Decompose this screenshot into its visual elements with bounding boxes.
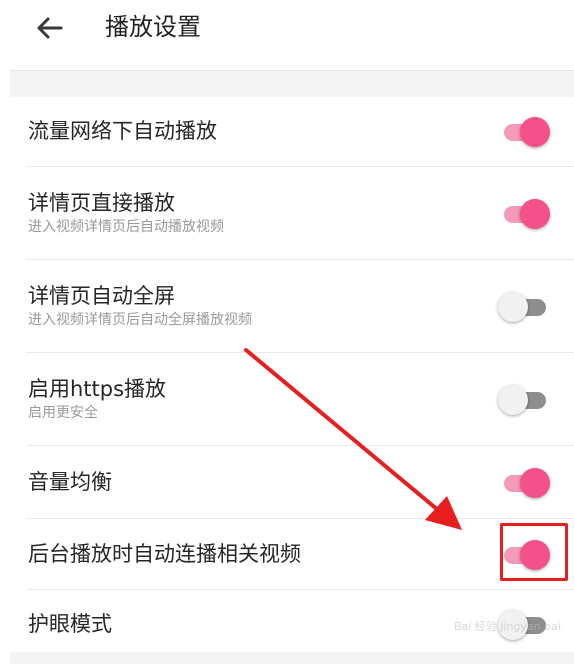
toggle-switch[interactable] bbox=[498, 464, 550, 500]
toggle-switch[interactable] bbox=[498, 195, 550, 231]
setting-title: 详情页自动全屏 bbox=[28, 284, 175, 308]
highlight-box bbox=[500, 523, 568, 581]
page-title: 播放设置 bbox=[105, 13, 201, 41]
toggle-switch[interactable] bbox=[498, 288, 550, 324]
setting-subtitle: 进入视频详情页后自动播放视频 bbox=[28, 219, 224, 235]
setting-title: 启用https播放 bbox=[28, 377, 167, 401]
setting-row-detail-auto-fullscreen: 详情页自动全屏 进入视频详情页后自动全屏播放视频 bbox=[26, 260, 574, 353]
bottom-band bbox=[10, 652, 574, 664]
setting-subtitle: 启用更安全 bbox=[28, 405, 98, 421]
back-button[interactable] bbox=[28, 10, 72, 46]
app-header: 播放设置 bbox=[0, 0, 574, 64]
setting-row-background-autoplay-related: 后台播放时自动连播相关视频 bbox=[26, 519, 574, 590]
setting-row-eye-protection: 护眼模式 bbox=[26, 590, 574, 658]
toggle-switch[interactable] bbox=[498, 606, 550, 642]
toggle-switch[interactable] bbox=[498, 113, 550, 149]
setting-title: 后台播放时自动连播相关视频 bbox=[28, 542, 301, 566]
setting-row-mobile-autoplay: 流量网络下自动播放 bbox=[26, 96, 574, 167]
toggle-switch[interactable] bbox=[498, 381, 550, 417]
settings-list: 流量网络下自动播放 详情页直接播放 进入视频详情页后自动播放视频 详情页自动全屏… bbox=[10, 96, 574, 658]
setting-title: 护眼模式 bbox=[28, 612, 112, 636]
setting-row-detail-direct-play: 详情页直接播放 进入视频详情页后自动播放视频 bbox=[26, 167, 574, 260]
setting-row-volume-balance: 音量均衡 bbox=[26, 446, 574, 519]
setting-title: 流量网络下自动播放 bbox=[28, 119, 217, 143]
arrow-left-icon bbox=[37, 17, 63, 39]
setting-subtitle: 进入视频详情页后自动全屏播放视频 bbox=[28, 312, 252, 328]
setting-row-https-playback: 启用https播放 启用更安全 bbox=[26, 353, 574, 446]
section-divider bbox=[10, 70, 574, 97]
setting-title: 音量均衡 bbox=[28, 470, 112, 494]
setting-title: 详情页直接播放 bbox=[28, 191, 175, 215]
